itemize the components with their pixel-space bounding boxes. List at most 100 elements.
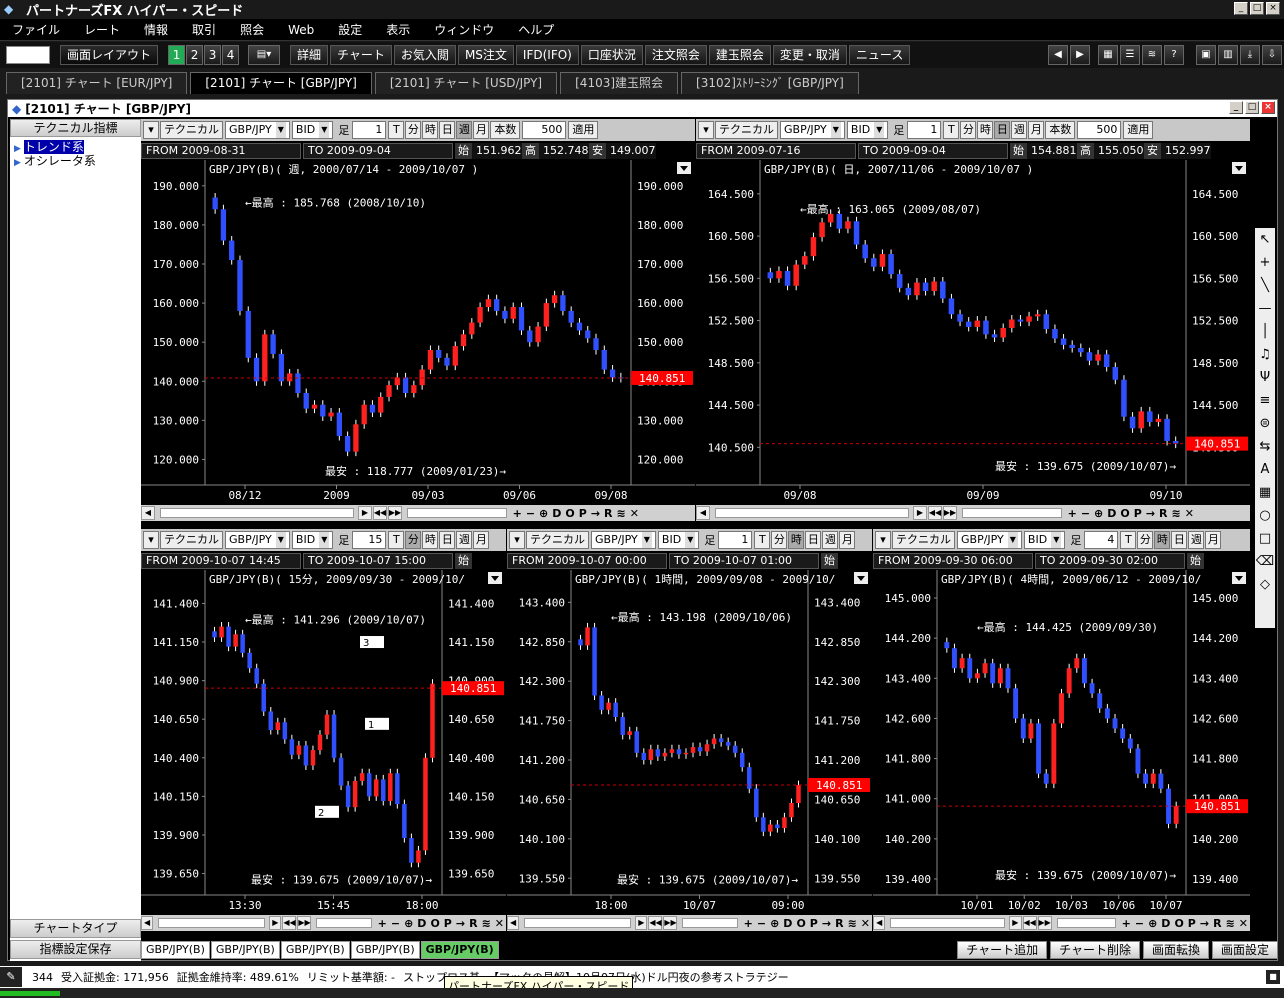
close-icon[interactable]: ✕ [630,507,639,520]
chart-menu-dropdown-icon[interactable]: ▾ [875,531,891,549]
cursor-icon[interactable]: ↖ [1260,228,1271,251]
favorites-button[interactable]: お気入閲 [393,45,456,65]
scroll-left-icon[interactable]: ◀ [141,916,154,930]
zoom-icon[interactable]: ⊕ [539,507,548,520]
mode-icon[interactable]: P [579,507,587,520]
layout-1-button[interactable]: 1 [168,45,186,65]
period-button[interactable]: 月 [473,531,490,549]
apply-button[interactable]: 適用 [568,121,599,139]
zoom-slider[interactable] [961,508,1062,518]
count-input[interactable]: 1 [718,531,753,549]
pair-select[interactable]: GBP/JPY ▼ [225,121,290,139]
hline-icon[interactable]: — [1259,297,1272,320]
scroll-track[interactable] [890,918,1006,928]
mode-icon[interactable]: D [1161,917,1170,930]
mode-icon[interactable]: O [1174,917,1183,930]
apply-button[interactable]: 適用 [1123,121,1154,139]
refresh-icon[interactable]: R [1213,917,1221,930]
cycle-icon[interactable]: ⇆ [1260,435,1271,458]
jump-start-icon[interactable]: ◀◀ [282,916,297,930]
technical-button[interactable]: テクニカル [715,121,778,139]
chart-icon[interactable]: ≋ [1226,917,1235,930]
pair-select[interactable]: GBP/JPY ▼ [780,121,845,139]
scroll-right-icon[interactable]: ▶ [1009,916,1022,930]
modify-cancel-button[interactable]: 変更・取消 [772,45,847,65]
mode-icon[interactable]: O [796,917,805,930]
zoom-icon[interactable]: + [513,507,522,520]
help-icon[interactable]: ? [1164,45,1184,65]
pair-select[interactable]: GBP/JPY ▼ [591,531,656,549]
close-icon[interactable]: ✕ [1185,507,1194,520]
erase-all-icon[interactable]: ◇ [1260,573,1270,596]
chart-menu-dropdown-icon[interactable]: ▾ [143,531,159,549]
menu-file[interactable]: ファイル [0,21,72,38]
chart-tab-5[interactable]: GBP/JPY(B) [420,941,499,959]
layout-button[interactable]: 画面レイアウト [60,45,159,65]
export-icon[interactable]: → [1146,507,1155,520]
bars-input[interactable]: 500 [522,121,567,139]
period-button[interactable]: 週 [822,531,839,549]
chart-tab-2[interactable]: GBP/JPY(B) [210,941,280,959]
tab-chart-gbpjpy[interactable]: [2101] チャート [GBP/JPY] [190,72,372,94]
period-button[interactable]: 日 [439,531,456,549]
jump-end-icon[interactable]: ▶▶ [297,916,312,930]
mode-icon[interactable]: O [1120,507,1129,520]
menu-rate[interactable]: レート [72,21,132,38]
side-select[interactable]: BID ▼ [291,121,334,139]
chart-menu-dropdown-icon[interactable]: ▾ [509,531,525,549]
candlestick-chart[interactable]: 141.400 141.400141.150 141.150140.900 140.9… [141,570,506,915]
delete-chart-button[interactable]: チャート削除 [1050,941,1140,959]
tab-position-inquiry[interactable]: [4103]建玉照会 [560,72,679,94]
cascade-icon[interactable]: ▣ [1196,45,1216,65]
count-input[interactable]: 15 [352,531,387,549]
tab-chart-eurjpy[interactable]: [2101] チャート [EUR/JPY] [6,72,188,94]
count-input[interactable]: 1 [907,121,942,139]
download-icon[interactable]: ⤓ [1240,45,1260,65]
window-list-icon[interactable]: ▤▾ [248,45,281,65]
eraser-icon[interactable]: ⌫ [1256,550,1274,573]
jump-start-icon[interactable]: ◀◀ [648,916,663,930]
chart-button[interactable]: チャート [330,45,392,65]
zoom-icon[interactable]: + [1122,917,1131,930]
arrange-icon[interactable]: ⇩ [1262,45,1282,65]
period-button[interactable]: 月 [1205,531,1222,549]
period-button[interactable]: 週 [1011,121,1028,139]
export-icon[interactable]: → [822,917,831,930]
menu-inquiry[interactable]: 照会 [228,21,276,38]
period-tick-button[interactable]: T [754,531,771,549]
child-minimize-button[interactable]: _ [1229,101,1243,114]
scroll-track[interactable] [160,508,354,518]
jump-end-icon[interactable]: ▶▶ [942,506,957,520]
text-icon[interactable]: A [1261,458,1270,481]
menu-settings[interactable]: 設定 [326,21,374,38]
zoom-icon[interactable]: − [1081,507,1090,520]
mode-icon[interactable]: P [810,917,818,930]
side-select[interactable]: BID ▼ [1023,531,1066,549]
period-button[interactable]: 分 [1137,531,1154,549]
bell-icon[interactable]: ♫ [1259,343,1271,366]
menu-window[interactable]: ウィンドウ [422,21,506,38]
pair-select[interactable]: GBP/JPY ▼ [957,531,1022,549]
screen-settings-button[interactable]: 画面設定 [1211,941,1278,959]
zoom-slider[interactable] [316,918,372,928]
chart-type-button[interactable]: チャートタイプ [10,919,141,938]
zoom-icon[interactable]: + [1068,507,1077,520]
export-icon[interactable]: → [456,917,465,930]
chart-tab-3[interactable]: GBP/JPY(B) [280,941,350,959]
refresh-icon[interactable]: R [469,917,477,930]
mode-icon[interactable]: D [783,917,792,930]
grid-icon[interactable]: ▦ [1259,481,1271,504]
period-tick-button[interactable]: T [388,531,405,549]
zoom-slider[interactable] [682,918,738,928]
tree-item-oscillator[interactable]: ▶ オシレータ系 [14,154,137,168]
period-button[interactable]: 週 [1188,531,1205,549]
period-button[interactable]: 週 [456,531,473,549]
maximize-button[interactable]: □ [1250,2,1264,15]
scroll-right-icon[interactable]: ▶ [269,916,282,930]
graph-icon[interactable]: ≋ [1142,45,1162,65]
mode-icon[interactable]: D [552,507,561,520]
fork-icon[interactable]: Ψ [1260,366,1270,389]
mode-icon[interactable]: D [1107,507,1116,520]
period-button[interactable]: 分 [405,121,422,139]
zoom-icon[interactable]: − [757,917,766,930]
